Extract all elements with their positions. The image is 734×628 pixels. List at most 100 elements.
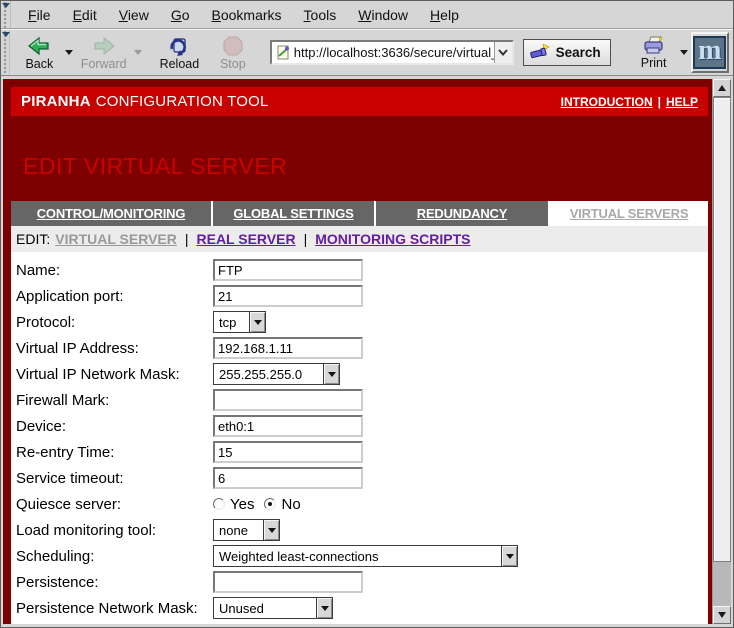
select-arrow-button[interactable] <box>501 546 517 566</box>
menu-help[interactable]: Help <box>419 3 470 27</box>
toolbar-grippy[interactable] <box>1 1 11 28</box>
subnav-current-virtual-server: VIRTUAL SERVER <box>55 231 177 247</box>
application-port-input[interactable] <box>213 285 363 307</box>
reentry-time-input[interactable] <box>213 441 363 463</box>
reload-icon <box>168 36 190 56</box>
menu-edit[interactable]: Edit <box>62 3 108 27</box>
url-bar <box>270 40 514 65</box>
reload-button[interactable]: Reload <box>155 34 204 72</box>
form-row-service-timeout: Service timeout: <box>16 465 708 491</box>
scroll-up-button[interactable] <box>713 79 731 97</box>
menu-tools[interactable]: Tools <box>293 3 348 27</box>
reload-label: Reload <box>160 57 200 71</box>
field-label: Firewall Mark: <box>16 392 213 409</box>
triangle-down-icon <box>268 528 276 533</box>
form-row-persistence-mask: Persistence Network Mask: Unused <box>16 595 708 621</box>
field-label: Load monitoring tool: <box>16 522 213 539</box>
virtual-ip-mask-select[interactable]: 255.255.255.0 <box>213 363 340 385</box>
scrollbar-thumb[interactable] <box>713 97 731 562</box>
toolbar-grippy[interactable] <box>1 30 10 75</box>
select-arrow-button[interactable] <box>323 364 339 384</box>
printer-icon <box>642 36 666 55</box>
name-input[interactable] <box>213 259 363 281</box>
persistence-input[interactable] <box>213 571 363 593</box>
back-dropdown-arrow[interactable] <box>65 50 73 55</box>
flashlight-icon <box>530 44 552 61</box>
form-row-load-monitoring: Load monitoring tool: none <box>16 517 708 543</box>
back-arrow-icon <box>27 36 51 56</box>
form-row-reentry-time: Re-entry Time: <box>16 439 708 465</box>
subnav-separator: | <box>304 231 308 247</box>
virtual-server-form: Name: Application port: Protocol: tcp Vi… <box>11 252 708 624</box>
select-value: 255.255.255.0 <box>214 364 323 384</box>
real-server-link[interactable]: REAL SERVER <box>197 231 296 247</box>
virtual-ip-input[interactable] <box>213 337 363 359</box>
tab-virtual-servers[interactable]: VIRTUAL SERVERS <box>550 201 708 226</box>
header-link-separator: | <box>658 95 661 109</box>
search-label: Search <box>556 45 601 60</box>
browser-window: File Edit View Go Bookmarks Tools Window… <box>0 0 734 628</box>
radio-dot <box>268 502 272 506</box>
mozilla-throbber[interactable]: m <box>691 32 729 73</box>
tab-control-monitoring[interactable]: CONTROL/MONITORING <box>11 201 211 226</box>
form-row-scheduling: Scheduling: Weighted least-connections <box>16 543 708 569</box>
header-links: INTRODUCTION | HELP <box>561 95 698 109</box>
print-dropdown-arrow[interactable] <box>680 50 688 55</box>
tab-redundancy[interactable]: REDUNDANCY <box>376 201 548 226</box>
triangle-down-icon <box>328 372 336 377</box>
triangle-down-icon <box>321 606 329 611</box>
form-row-quiesce-server: Quiesce server: Yes No <box>16 491 708 517</box>
monitoring-scripts-link[interactable]: MONITORING SCRIPTS <box>315 231 470 247</box>
vertical-scrollbar[interactable] <box>712 79 731 624</box>
back-button[interactable]: Back <box>16 34 62 72</box>
browser-viewport: PIRANHACONFIGURATION TOOL INTRODUCTION |… <box>3 79 731 624</box>
app-title-brand: PIRANHA <box>21 93 91 110</box>
menu-file[interactable]: File <box>17 3 62 27</box>
forward-dropdown-arrow[interactable] <box>134 50 142 55</box>
menu-window[interactable]: Window <box>347 3 419 27</box>
stop-button[interactable]: Stop <box>210 34 256 72</box>
url-input[interactable] <box>294 45 494 60</box>
page-title: EDIT VIRTUAL SERVER <box>23 153 708 180</box>
field-label: Scheduling: <box>16 548 213 565</box>
form-row-virtual-ip: Virtual IP Address: <box>16 335 708 361</box>
edit-subnav: EDIT: VIRTUAL SERVER | REAL SERVER | MON… <box>11 226 708 252</box>
select-value: Unused <box>214 598 316 618</box>
form-row-firewall-mark: Firewall Mark: <box>16 387 708 413</box>
url-dropdown-button[interactable] <box>494 42 512 63</box>
protocol-select[interactable]: tcp <box>213 311 266 333</box>
field-label: Virtual IP Network Mask: <box>16 366 213 383</box>
device-input[interactable] <box>213 415 363 437</box>
piranha-page: PIRANHACONFIGURATION TOOL INTRODUCTION |… <box>3 79 712 624</box>
form-row-virtual-ip-mask: Virtual IP Network Mask: 255.255.255.0 <box>16 361 708 387</box>
firewall-mark-input[interactable] <box>213 389 363 411</box>
forward-button[interactable]: Forward <box>76 34 131 72</box>
service-timeout-input[interactable] <box>213 467 363 489</box>
menu-go[interactable]: Go <box>160 3 201 27</box>
scroll-down-button[interactable] <box>713 606 731 624</box>
search-button[interactable]: Search <box>523 39 611 66</box>
persistence-mask-select[interactable]: Unused <box>213 597 333 619</box>
introduction-link[interactable]: INTRODUCTION <box>561 95 653 109</box>
select-value: none <box>214 520 263 540</box>
quiesce-no-radio[interactable] <box>264 498 276 510</box>
collapse-arrow-icon <box>2 3 10 8</box>
menu-bar: File Edit View Go Bookmarks Tools Window… <box>1 1 733 29</box>
menu-bookmarks[interactable]: Bookmarks <box>201 3 293 27</box>
print-label: Print <box>641 56 667 70</box>
help-link[interactable]: HELP <box>666 95 698 109</box>
tab-global-settings[interactable]: GLOBAL SETTINGS <box>213 201 374 226</box>
field-label: Device: <box>16 418 213 435</box>
select-arrow-button[interactable] <box>316 598 332 618</box>
form-row-persistence: Persistence: <box>16 569 708 595</box>
print-button[interactable]: Print <box>631 34 677 71</box>
quiesce-yes-radio[interactable] <box>213 498 225 510</box>
triangle-up-icon <box>718 85 726 91</box>
piranha-header-bar: PIRANHACONFIGURATION TOOL INTRODUCTION |… <box>11 87 708 116</box>
scheduling-select[interactable]: Weighted least-connections <box>213 545 518 567</box>
load-monitoring-select[interactable]: none <box>213 519 280 541</box>
select-arrow-button[interactable] <box>263 520 279 540</box>
select-arrow-button[interactable] <box>249 312 265 332</box>
back-label: Back <box>25 57 53 71</box>
menu-view[interactable]: View <box>108 3 160 27</box>
